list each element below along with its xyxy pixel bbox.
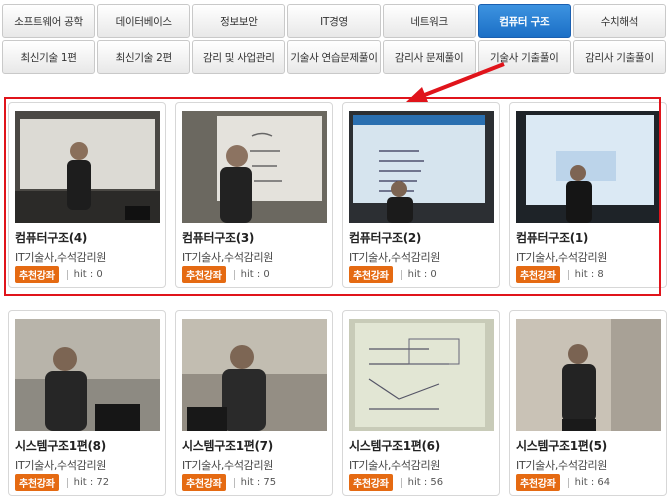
lecture-title[interactable]: 시스템구조1편(7) [182, 437, 273, 454]
meta-divider [233, 477, 235, 488]
meta-divider [567, 477, 569, 488]
recommended-badge: 추천강좌 [349, 474, 393, 491]
lecture-thumbnail[interactable] [516, 319, 661, 431]
lecture-author: IT기술사,수석감리원 [15, 459, 107, 472]
lecture-title[interactable]: 시스템구조1편(5) [516, 437, 607, 454]
lecture-title[interactable]: 시스템구조1편(6) [349, 437, 440, 454]
meta-divider [400, 477, 402, 488]
lecture-thumbnail[interactable] [182, 319, 327, 431]
hit-count: hit : 56 [407, 477, 444, 488]
lecture-author: IT기술사,수석감리원 [349, 459, 441, 472]
lecture-title[interactable]: 시스템구조1편(8) [15, 437, 106, 454]
recommended-badge: 추천강좌 [182, 474, 226, 491]
lecture-thumbnail[interactable] [15, 319, 160, 431]
lecture-card[interactable]: 시스템구조1편(6) IT기술사,수석감리원 추천강좌 hit : 56 [342, 310, 500, 496]
meta-divider [66, 477, 68, 488]
lecture-meta: 추천강좌 hit : 72 [15, 474, 109, 491]
lecture-meta: 추천강좌 hit : 56 [349, 474, 443, 491]
lecture-card[interactable]: 시스템구조1편(5) IT기술사,수석감리원 추천강좌 hit : 64 [509, 310, 667, 496]
highlight-box [4, 97, 661, 296]
lecture-card[interactable]: 시스템구조1편(8) IT기술사,수석감리원 추천강좌 hit : 72 [8, 310, 166, 496]
recommended-badge: 추천강좌 [15, 474, 59, 491]
lecture-meta: 추천강좌 hit : 64 [516, 474, 610, 491]
lecture-author: IT기술사,수석감리원 [182, 459, 274, 472]
hit-count: hit : 72 [73, 477, 110, 488]
recommended-badge: 추천강좌 [516, 474, 560, 491]
lecture-thumbnail[interactable] [349, 319, 494, 431]
lecture-author: IT기술사,수석감리원 [516, 459, 608, 472]
hit-count: hit : 75 [240, 477, 277, 488]
lecture-meta: 추천강좌 hit : 75 [182, 474, 276, 491]
hit-count: hit : 64 [574, 477, 611, 488]
lecture-card[interactable]: 시스템구조1편(7) IT기술사,수석감리원 추천강좌 hit : 75 [175, 310, 333, 496]
